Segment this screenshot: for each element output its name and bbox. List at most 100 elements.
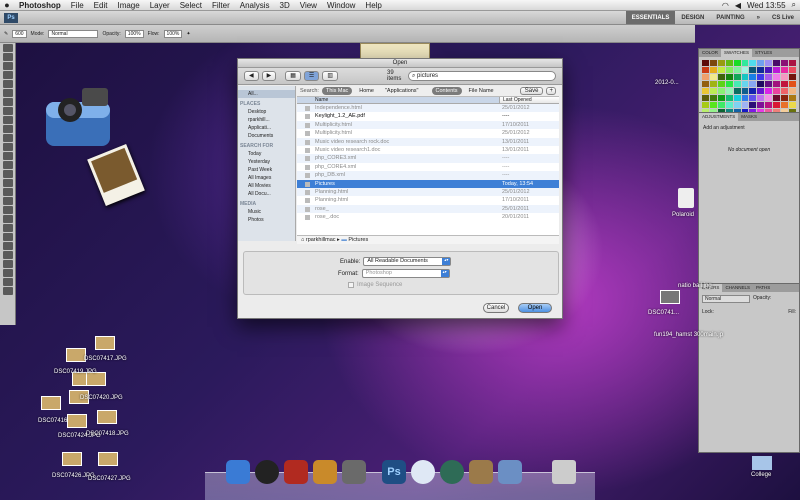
swatch[interactable] bbox=[765, 67, 773, 73]
tool-icon[interactable] bbox=[2, 71, 13, 79]
sidebar-item[interactable]: rparkhill... bbox=[238, 116, 295, 124]
swatch[interactable] bbox=[733, 74, 741, 80]
menu-filter[interactable]: Filter bbox=[207, 1, 235, 10]
file-row[interactable]: Pictures Today, 13:54 bbox=[297, 179, 559, 188]
swatch[interactable] bbox=[757, 67, 765, 73]
swatch[interactable] bbox=[749, 60, 757, 66]
workspace-essentials[interactable]: ESSENTIALS bbox=[625, 11, 676, 24]
swatch[interactable] bbox=[733, 88, 741, 94]
tool-icon[interactable] bbox=[2, 188, 13, 196]
swatch[interactable] bbox=[781, 81, 789, 87]
sidebar-item[interactable]: Photos bbox=[238, 216, 295, 224]
menu-image[interactable]: Image bbox=[112, 1, 144, 10]
tab-adjustments[interactable]: ADJUSTMENTS bbox=[699, 113, 739, 121]
cs-live[interactable]: CS Live bbox=[766, 11, 800, 24]
tool-icon[interactable] bbox=[2, 143, 13, 151]
swatch[interactable] bbox=[725, 60, 733, 66]
tab-paths[interactable]: PATHS bbox=[753, 284, 773, 292]
desktop-file-label[interactable]: DSC07420.JPG bbox=[80, 395, 123, 401]
swatch[interactable] bbox=[717, 60, 725, 66]
swatch[interactable] bbox=[709, 60, 717, 66]
photo-booth-icon[interactable] bbox=[284, 460, 308, 484]
file-row[interactable]: Planning.html 25/01/2012 bbox=[297, 187, 559, 197]
trash-icon[interactable] bbox=[552, 460, 576, 484]
swatch[interactable] bbox=[702, 74, 709, 80]
swatch[interactable] bbox=[717, 88, 725, 94]
opacity-field[interactable]: 100% bbox=[124, 29, 144, 38]
view-column-button[interactable]: ▥ bbox=[322, 71, 338, 81]
column-name-header[interactable]: Name bbox=[297, 97, 499, 103]
swatch[interactable] bbox=[725, 74, 733, 80]
tab-masks[interactable]: MASKS bbox=[738, 113, 760, 121]
desktop-file-label[interactable]: DSC07424.JPG bbox=[58, 433, 101, 439]
drive-icon[interactable] bbox=[678, 188, 694, 208]
swatch[interactable] bbox=[741, 88, 749, 94]
scope-file-name[interactable]: File Name bbox=[465, 87, 498, 95]
file-row[interactable]: Keylight_1.2_AE.pdf ---- bbox=[297, 112, 559, 120]
volume-icon[interactable]: ◀ bbox=[735, 1, 741, 10]
swatch[interactable] bbox=[757, 95, 765, 101]
swatch[interactable] bbox=[757, 81, 765, 87]
desktop-file-thumb[interactable] bbox=[41, 396, 61, 410]
desktop-file-thumb[interactable] bbox=[97, 410, 117, 424]
swatch[interactable] bbox=[765, 88, 773, 94]
swatch[interactable] bbox=[749, 81, 757, 87]
spotlight-icon[interactable]: ⌕ bbox=[792, 0, 796, 10]
workspace-painting[interactable]: PAINTING bbox=[710, 11, 750, 24]
swatch[interactable] bbox=[773, 95, 781, 101]
swatch[interactable] bbox=[702, 102, 709, 108]
tab-swatches[interactable]: SWATCHES bbox=[721, 49, 753, 57]
swatch[interactable] bbox=[733, 81, 741, 87]
menu-analysis[interactable]: Analysis bbox=[235, 1, 275, 10]
search-input[interactable]: ⌕ pictures bbox=[408, 71, 556, 81]
sidebar-item[interactable]: Music bbox=[238, 208, 295, 216]
swatch[interactable] bbox=[749, 67, 757, 73]
polaroid-camera-image[interactable] bbox=[40, 88, 120, 158]
swatch[interactable] bbox=[773, 74, 781, 80]
tool-icon[interactable] bbox=[2, 98, 13, 106]
scope-applications[interactable]: "Applications" bbox=[381, 87, 423, 95]
finder-icon[interactable] bbox=[226, 460, 250, 484]
workspace-design[interactable]: DESIGN bbox=[675, 11, 710, 24]
swatch[interactable] bbox=[733, 95, 741, 101]
desktop-file-label[interactable]: DSC07419.JPG bbox=[54, 369, 97, 375]
open-button[interactable]: Open bbox=[518, 303, 552, 313]
save-search-button[interactable]: Save bbox=[519, 87, 544, 95]
swatch[interactable] bbox=[781, 74, 789, 80]
apple-icon[interactable]: ● bbox=[0, 0, 14, 10]
safari-icon[interactable] bbox=[411, 460, 435, 484]
tool-icon[interactable] bbox=[2, 161, 13, 169]
tool-icon[interactable] bbox=[2, 278, 13, 286]
swatch[interactable] bbox=[725, 81, 733, 87]
file-row[interactable]: php_CORE4.xml ---- bbox=[297, 163, 559, 171]
swatch[interactable] bbox=[773, 102, 781, 108]
swatch[interactable] bbox=[717, 74, 725, 80]
swatch[interactable] bbox=[789, 67, 796, 73]
tool-icon[interactable] bbox=[2, 287, 13, 295]
desktop-file-label[interactable]: DSC07427.JPG bbox=[88, 476, 131, 482]
path-item-home[interactable]: rparkhillmac bbox=[306, 237, 336, 243]
tab-channels[interactable]: CHANNELS bbox=[722, 284, 753, 292]
desktop-file-label[interactable]: DSC07417.JPG bbox=[84, 356, 127, 362]
swatch[interactable] bbox=[741, 102, 749, 108]
file-row[interactable]: Music video research1.doc 13/01/2011 bbox=[297, 146, 559, 154]
desktop-label[interactable]: natio ball.jpg bbox=[678, 283, 712, 289]
view-list-button[interactable]: ☰ bbox=[303, 71, 320, 81]
tool-icon[interactable] bbox=[2, 62, 13, 70]
swatch[interactable] bbox=[765, 102, 773, 108]
file-row[interactable]: Planning.html 17/10/2011 bbox=[297, 196, 559, 204]
swatch[interactable] bbox=[717, 102, 725, 108]
swatch[interactable] bbox=[741, 95, 749, 101]
back-button[interactable]: ◀ bbox=[244, 71, 259, 81]
swatch[interactable] bbox=[789, 74, 796, 80]
swatch[interactable] bbox=[781, 67, 789, 73]
swatch[interactable] bbox=[789, 102, 796, 108]
tool-icon[interactable] bbox=[2, 134, 13, 142]
swatch[interactable] bbox=[717, 81, 725, 87]
tool-icon[interactable] bbox=[2, 152, 13, 160]
swatch[interactable] bbox=[781, 60, 789, 66]
sidebar-item[interactable]: All Images bbox=[238, 174, 295, 182]
folder-icon[interactable] bbox=[752, 456, 772, 470]
desktop-file-thumb[interactable] bbox=[67, 414, 87, 428]
menu-layer[interactable]: Layer bbox=[145, 1, 175, 10]
